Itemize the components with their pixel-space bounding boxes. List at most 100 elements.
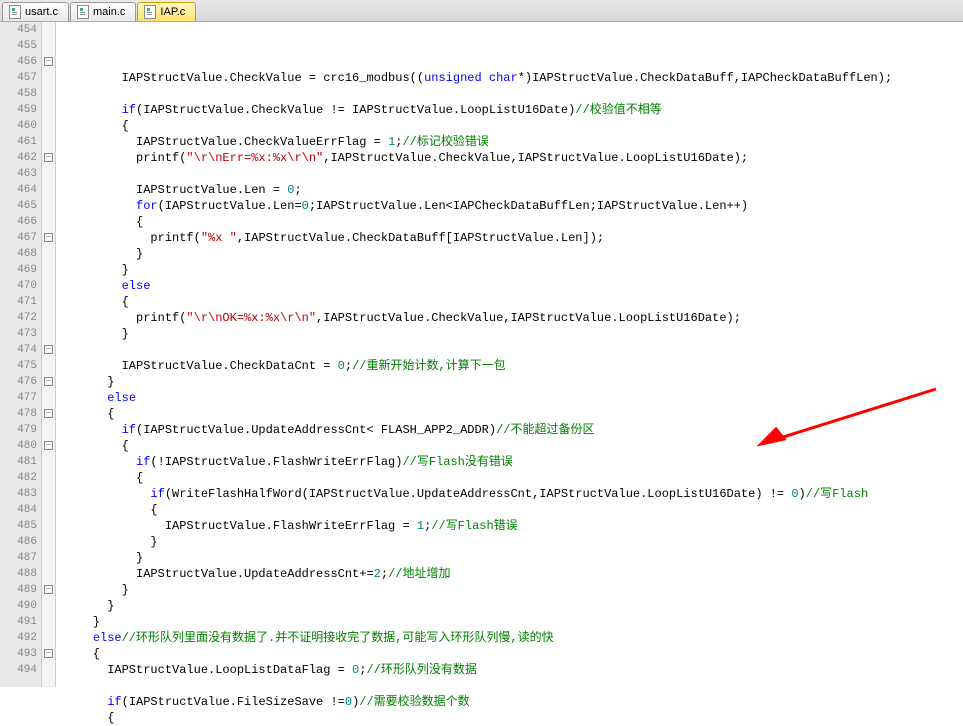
line-number: 459 [0, 102, 37, 118]
code-line[interactable]: IAPStructValue.Len = 0; [64, 182, 963, 198]
file-icon [77, 5, 89, 19]
line-number: 477 [0, 390, 37, 406]
line-number: 472 [0, 310, 37, 326]
line-number: 467 [0, 230, 37, 246]
code-line[interactable]: { [64, 438, 963, 454]
fold-toggle[interactable]: − [44, 649, 53, 658]
line-number: 465 [0, 198, 37, 214]
line-number: 464 [0, 182, 37, 198]
code-line[interactable] [64, 342, 963, 358]
code-line[interactable]: else [64, 390, 963, 406]
line-number: 491 [0, 614, 37, 630]
file-icon [9, 5, 21, 19]
line-number: 471 [0, 294, 37, 310]
code-line[interactable]: IAPStructValue.CheckValueErrFlag = 1;//标… [64, 134, 963, 150]
line-number: 481 [0, 454, 37, 470]
tab-usart[interactable]: usart.c [2, 2, 69, 21]
code-line[interactable]: if(WriteFlashHalfWord(IAPStructValue.Upd… [64, 486, 963, 502]
code-line[interactable]: if(IAPStructValue.FileSizeSave !=0)//需要校… [64, 694, 963, 710]
line-number: 486 [0, 534, 37, 550]
fold-toggle[interactable]: − [44, 233, 53, 242]
line-number: 484 [0, 502, 37, 518]
fold-toggle[interactable]: − [44, 409, 53, 418]
code-line[interactable]: IAPStructValue.LoopListDataFlag = 0;//环形… [64, 662, 963, 678]
line-number: 455 [0, 38, 37, 54]
line-number: 462 [0, 150, 37, 166]
code-line[interactable]: { [64, 294, 963, 310]
line-number: 460 [0, 118, 37, 134]
fold-toggle[interactable]: − [44, 57, 53, 66]
line-number: 483 [0, 486, 37, 502]
line-number: 482 [0, 470, 37, 486]
fold-toggle[interactable]: − [44, 441, 53, 450]
line-number: 469 [0, 262, 37, 278]
fold-toggle[interactable]: − [44, 153, 53, 162]
code-line[interactable] [64, 86, 963, 102]
code-line[interactable] [64, 166, 963, 182]
tab-label: IAP.c [160, 6, 185, 18]
code-line[interactable]: { [64, 118, 963, 134]
code-line[interactable]: } [64, 374, 963, 390]
code-line[interactable]: } [64, 598, 963, 614]
line-number: 490 [0, 598, 37, 614]
line-number: 456 [0, 54, 37, 70]
code-line[interactable]: { [64, 646, 963, 662]
code-line[interactable]: printf("\r\nOK=%x:%x\r\n",IAPStructValue… [64, 310, 963, 326]
code-line[interactable]: if(IAPStructValue.CheckValue != IAPStruc… [64, 102, 963, 118]
code-line[interactable]: if(!IAPStructValue.FlashWriteErrFlag)//写… [64, 454, 963, 470]
code-line[interactable]: if(IAPStructValue.UpdateAddressCnt< FLAS… [64, 422, 963, 438]
code-editor[interactable]: 4544554564574584594604614624634644654664… [0, 22, 963, 687]
code-line[interactable]: } [64, 534, 963, 550]
code-line[interactable]: IAPStructValue.CheckDataCnt = 0;//重新开始计数… [64, 358, 963, 374]
code-line[interactable]: { [64, 470, 963, 486]
line-number: 457 [0, 70, 37, 86]
code-line[interactable]: printf("\r\nErr=%x:%x\r\n",IAPStructValu… [64, 150, 963, 166]
code-line[interactable]: } [64, 582, 963, 598]
code-line[interactable]: } [64, 326, 963, 342]
line-number: 454 [0, 22, 37, 38]
code-line[interactable]: } [64, 550, 963, 566]
file-icon [144, 5, 156, 19]
line-number: 487 [0, 550, 37, 566]
code-line[interactable]: else [64, 278, 963, 294]
code-line[interactable]: { [64, 406, 963, 422]
tab-label: main.c [93, 6, 125, 18]
line-number: 463 [0, 166, 37, 182]
code-line[interactable]: } [64, 246, 963, 262]
line-number: 494 [0, 662, 37, 678]
code-line[interactable]: } [64, 614, 963, 630]
tab-iap[interactable]: IAP.c [137, 2, 196, 21]
code-line[interactable]: } [64, 262, 963, 278]
line-number: 474 [0, 342, 37, 358]
line-number: 478 [0, 406, 37, 422]
line-number: 458 [0, 86, 37, 102]
line-number: 473 [0, 326, 37, 342]
code-line[interactable]: for(IAPStructValue.Len=0;IAPStructValue.… [64, 198, 963, 214]
fold-gutter[interactable]: − − − − − − − − − [42, 22, 56, 687]
line-number: 470 [0, 278, 37, 294]
line-number: 461 [0, 134, 37, 150]
code-line[interactable]: { [64, 502, 963, 518]
fold-toggle[interactable]: − [44, 377, 53, 386]
line-number: 489 [0, 582, 37, 598]
code-line[interactable]: { [64, 214, 963, 230]
line-number: 480 [0, 438, 37, 454]
code-area[interactable]: IAPStructValue.CheckValue = crc16_modbus… [56, 22, 963, 687]
code-line[interactable] [64, 678, 963, 694]
tab-main[interactable]: main.c [70, 2, 136, 21]
fold-toggle[interactable]: − [44, 345, 53, 354]
code-line[interactable]: IAPStructValue.FlashWriteErrFlag = 1;//写… [64, 518, 963, 534]
fold-toggle[interactable]: − [44, 585, 53, 594]
code-line[interactable]: printf("%x ",IAPStructValue.CheckDataBuf… [64, 230, 963, 246]
line-number: 466 [0, 214, 37, 230]
line-number: 475 [0, 358, 37, 374]
code-line[interactable]: { [64, 710, 963, 726]
code-line[interactable]: IAPStructValue.UpdateAddressCnt+=2;//地址增… [64, 566, 963, 582]
line-number: 476 [0, 374, 37, 390]
line-number-gutter: 4544554564574584594604614624634644654664… [0, 22, 42, 687]
code-line[interactable]: IAPStructValue.CheckValue = crc16_modbus… [64, 70, 963, 86]
line-number: 488 [0, 566, 37, 582]
line-number: 479 [0, 422, 37, 438]
line-number: 485 [0, 518, 37, 534]
code-line[interactable]: else//环形队列里面没有数据了.并不证明接收完了数据,可能写入环形队列慢,读… [64, 630, 963, 646]
